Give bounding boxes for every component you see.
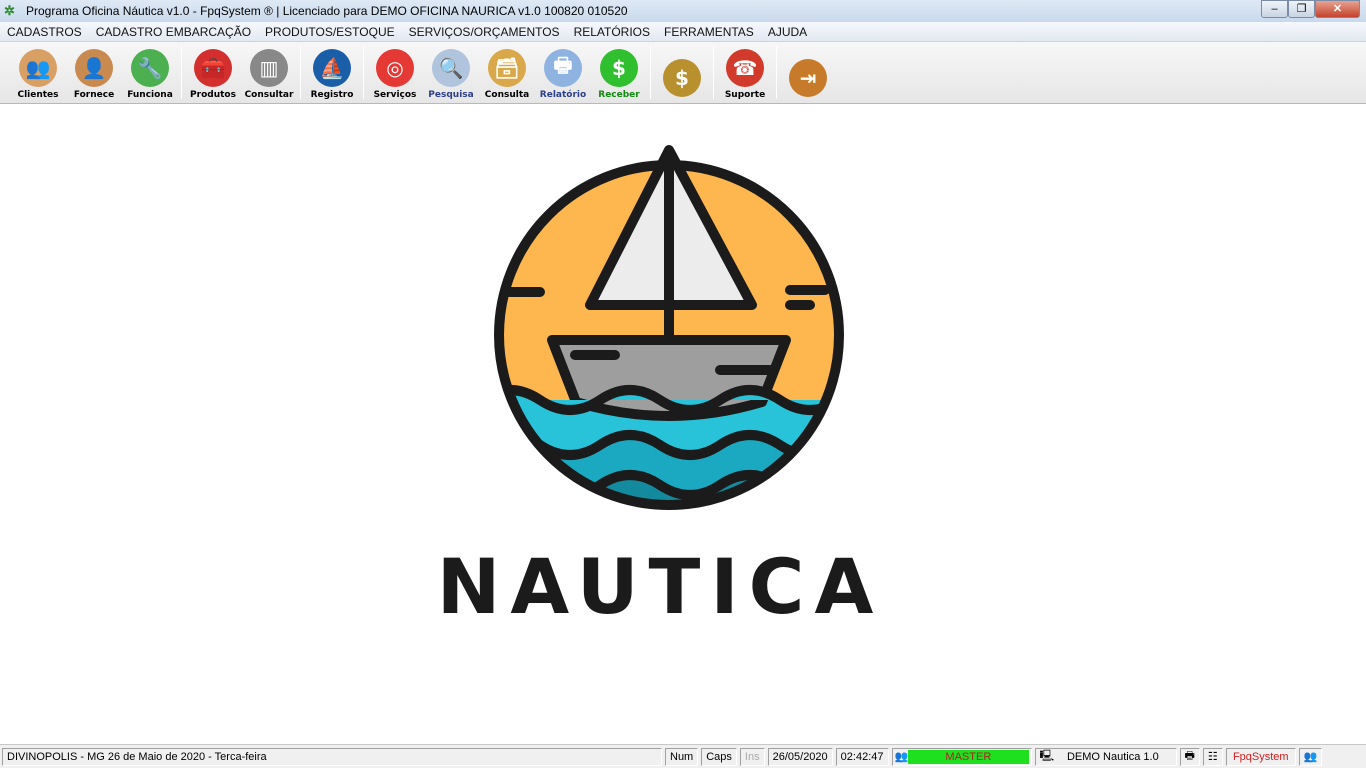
menu-produtos-estoque[interactable]: PRODUTOS/ESTOQUE (258, 25, 402, 39)
nautica-logo: NAUTICA (440, 145, 883, 630)
toolbar-button-consulta[interactable]: 🗃 Consulta (479, 42, 535, 103)
close-button[interactable]: ✕ (1315, 0, 1360, 18)
menu-ajuda[interactable]: AJUDA (761, 25, 814, 39)
toolbar-button-pesquisa[interactable]: 🔍 Pesquisa (423, 42, 479, 103)
toolbar-label: Fornece (73, 90, 115, 100)
user-icon: 👥 (894, 751, 909, 763)
toolbar-label: Receber (598, 90, 640, 100)
barcode-icon: ▥ (250, 49, 288, 87)
status-date: 26/05/2020 (767, 747, 833, 766)
toolbar-button-clientes[interactable]: 👥 Clientes (10, 42, 66, 103)
exit-icon: ⇥ (789, 59, 827, 97)
employee-icon: 🔧 (131, 49, 169, 87)
toolbar-button-registro[interactable]: ⛵ Registro (304, 42, 360, 103)
toolbar-separator (776, 46, 777, 99)
status-version: DEMO Nautica 1.0 (1066, 750, 1159, 763)
toolbar-button-produtos[interactable]: 🧰 Produtos (185, 42, 241, 103)
menu-bar: CADASTROS CADASTRO EMBARCAÇÃO PRODUTOS/E… (0, 22, 1366, 42)
menu-servicos-orcamentos[interactable]: SERVIÇOS/ORÇAMENTOS (402, 25, 567, 39)
status-location: DIVINOPOLIS - MG 26 de Maio de 2020 - Te… (2, 747, 662, 766)
logo-text: NAUTICA (440, 542, 883, 630)
toolbar-button-fornece[interactable]: 👤 Fornece (66, 42, 122, 103)
users-icon: 👥 (19, 49, 57, 87)
toolbar-separator (181, 46, 182, 99)
network-icon[interactable]: ☷ (1202, 747, 1223, 766)
toolbar-separator (713, 46, 714, 99)
status-num: Num (665, 747, 699, 766)
menu-relatorios[interactable]: RELATÓRIOS (567, 25, 657, 39)
toolbar: 👥 Clientes 👤 Fornece 🔧 Funciona 🧰 Produtos ▥ Cons… (0, 42, 1366, 104)
menu-ferramentas[interactable]: FERRAMENTAS (657, 25, 761, 39)
app-icon: ✲ (4, 3, 15, 18)
toolbar-button-relatório[interactable]: 🖶 Relatório (535, 42, 591, 103)
toolbar-button-coins[interactable]: $ (654, 42, 710, 103)
status-ins: Ins (739, 747, 765, 766)
toolbox-icon: 🧰 (194, 49, 232, 87)
toolbar-label: Produtos (190, 90, 236, 100)
lifebuoy-icon: ◎ (376, 49, 414, 87)
window-title: Programa Oficina Náutica v1.0 - FpqSyste… (26, 4, 628, 18)
toolbar-label: Clientes (17, 90, 59, 100)
users-icon[interactable]: 👥 (1298, 747, 1323, 766)
status-user: MASTER (908, 749, 1029, 764)
support-icon: ☎ (726, 49, 764, 87)
status-time: 02:42:47 (835, 747, 889, 766)
printer-icon[interactable]: 🖶 (1179, 747, 1200, 766)
toolbar-label: Consulta (484, 90, 530, 100)
title-bar: ✲ Programa Oficina Náutica v1.0 - FpqSys… (0, 0, 1366, 22)
search-doc-icon: 🔍 (432, 49, 470, 87)
toolbar-label: Funciona (127, 90, 173, 100)
toolbar-label: Pesquisa (428, 90, 474, 100)
sailboat-icon: ⛵ (313, 49, 351, 87)
toolbar-button-funciona[interactable]: 🔧 Funciona (122, 42, 178, 103)
coins-icon: $ (663, 59, 701, 97)
toolbar-button-suporte[interactable]: ☎ Suporte (717, 42, 773, 103)
printer-icon: 🖶 (544, 49, 582, 87)
status-brand: FpqSystem (1225, 747, 1296, 766)
toolbar-label: Registro (310, 90, 354, 100)
toolbar-button-exit[interactable]: ⇥ (780, 42, 836, 103)
maximize-button[interactable]: ❐ (1288, 0, 1315, 18)
minimize-button[interactable]: – (1261, 0, 1288, 18)
toolbar-separator (650, 46, 651, 99)
toolbar-label: Consultar (244, 90, 294, 100)
toolbar-label: Serviços (373, 90, 417, 100)
toolbar-button-receber[interactable]: $ Receber (591, 42, 647, 103)
status-caps: Caps (701, 747, 737, 766)
menu-cadastros[interactable]: CADASTROS (0, 25, 89, 39)
toolbar-label: Relatório (539, 90, 587, 100)
file-box-icon: 🗃 (488, 49, 526, 87)
toolbar-button-serviços[interactable]: ◎ Serviços (367, 42, 423, 103)
dollar-icon: $ (600, 49, 638, 87)
toolbar-label: Suporte (724, 90, 766, 100)
supplier-icon: 👤 (75, 49, 113, 87)
computer-icon: 🖳 (1039, 750, 1055, 762)
status-bar: DIVINOPOLIS - MG 26 de Maio de 2020 - Te… (0, 744, 1366, 768)
toolbar-separator (363, 46, 364, 99)
toolbar-button-consultar[interactable]: ▥ Consultar (241, 42, 297, 103)
toolbar-separator (300, 46, 301, 99)
menu-cadastro-embarcacao[interactable]: CADASTRO EMBARCAÇÃO (89, 25, 258, 39)
